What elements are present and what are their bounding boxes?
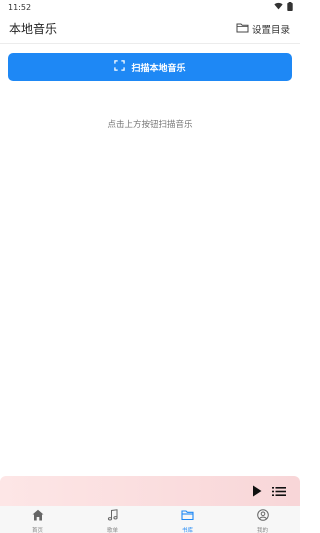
status-bar: 11:52 (0, 0, 300, 14)
bottom-nav: 首页 歌单 书库 我的 (0, 506, 300, 533)
wifi-icon (274, 2, 283, 12)
nav-item-library[interactable]: 书库 (150, 506, 225, 533)
mini-player (0, 476, 300, 506)
status-time: 11:52 (8, 2, 32, 12)
set-directory-button[interactable]: 设置目录 (236, 22, 290, 36)
scan-local-music-button[interactable]: 扫描本地音乐 (8, 53, 292, 81)
page-title: 本地音乐 (9, 22, 58, 36)
folder-icon (236, 22, 249, 36)
scan-button-label: 扫描本地音乐 (131, 63, 186, 74)
battery-icon (287, 1, 293, 13)
folder-icon (181, 506, 194, 525)
home-icon (32, 506, 44, 525)
music-note-icon (107, 506, 119, 525)
app-header: 本地音乐 设置目录 (0, 14, 300, 44)
play-icon[interactable] (252, 485, 262, 497)
app-screen: 11:52 本地音乐 设置目录 扫描本地音乐 点击上方按钮扫描音乐 首页 歌单 … (0, 0, 300, 533)
user-icon (256, 506, 269, 525)
nav-label-library: 书库 (181, 527, 193, 533)
playlist-icon[interactable] (272, 486, 286, 497)
nav-item-home[interactable]: 首页 (0, 506, 75, 533)
nav-item-playlist[interactable]: 歌单 (75, 506, 150, 533)
empty-hint: 点击上方按钮扫描音乐 (107, 120, 193, 130)
nav-item-mine[interactable]: 我的 (225, 506, 300, 533)
set-directory-label: 设置目录 (251, 24, 290, 36)
status-icons (274, 1, 293, 13)
nav-label-home: 首页 (31, 527, 43, 533)
nav-label-playlist: 歌单 (106, 527, 118, 533)
scan-icon (114, 60, 126, 74)
nav-label-mine: 我的 (256, 527, 268, 533)
